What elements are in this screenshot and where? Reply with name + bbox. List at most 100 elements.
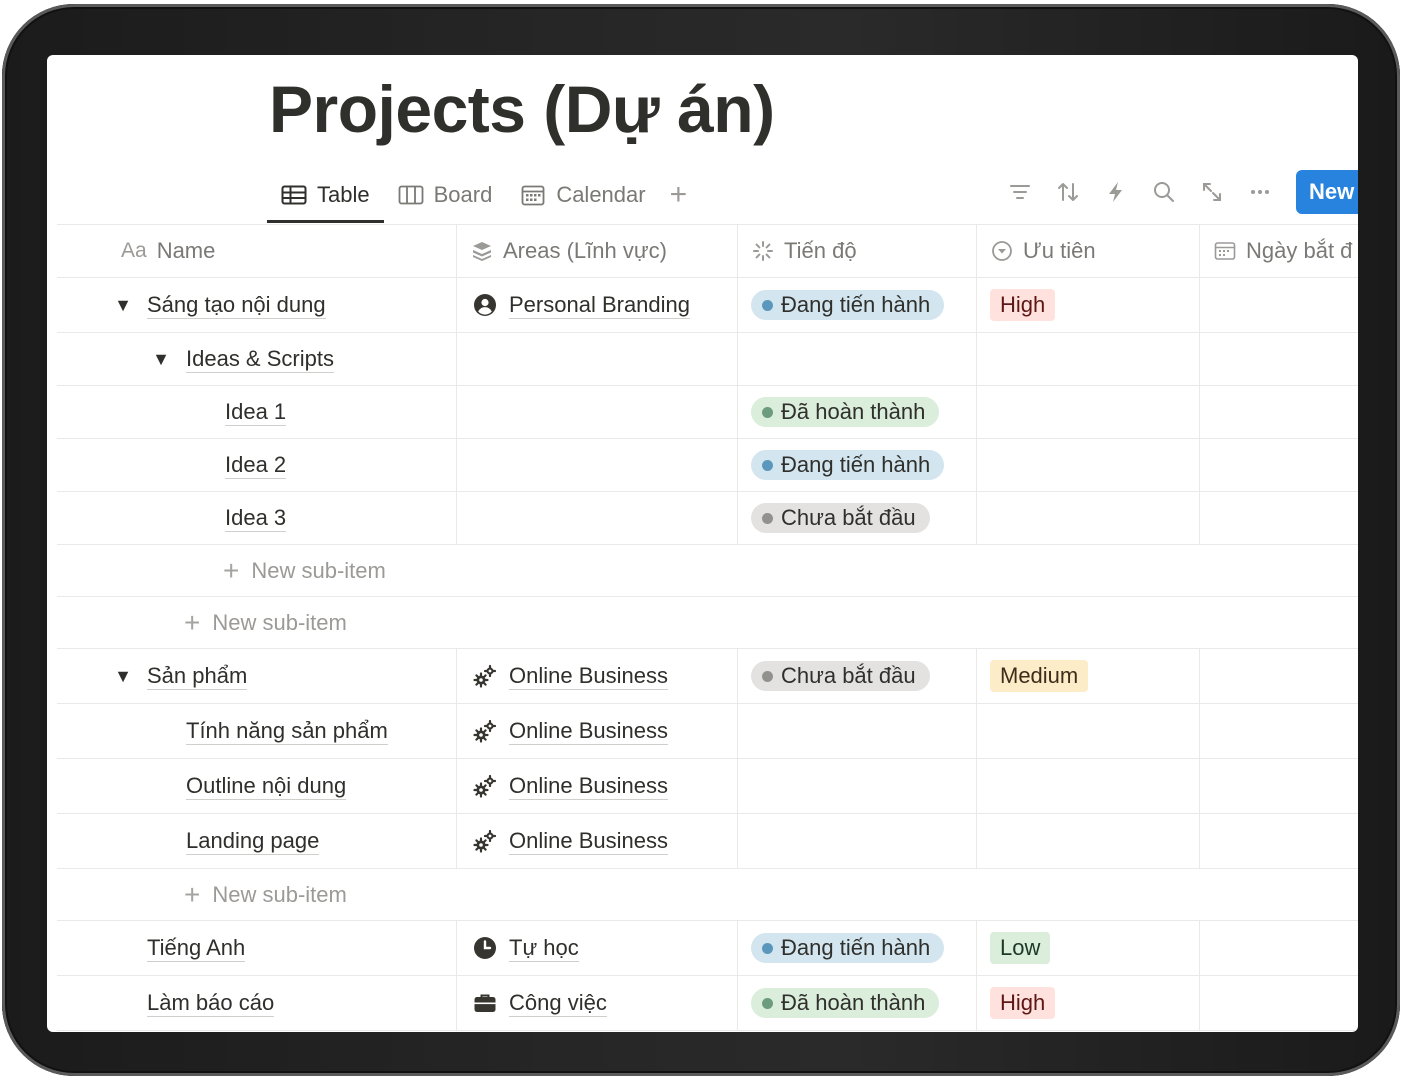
row-name[interactable]: Outline nội dung: [186, 773, 347, 800]
new-button[interactable]: New: [1296, 170, 1358, 214]
toggle-icon[interactable]: ▼: [113, 666, 133, 687]
col-header-progress[interactable]: Tiến độ: [738, 224, 977, 277]
col-header-areas[interactable]: Areas (Lĩnh vực): [457, 224, 738, 277]
area-relation[interactable]: Personal Branding: [457, 292, 691, 319]
area-cell[interactable]: Online Business: [457, 704, 738, 758]
area-cell[interactable]: Online Business: [457, 814, 738, 868]
row-name[interactable]: Idea 2: [225, 452, 287, 479]
start-date-cell[interactable]: [1200, 649, 1358, 703]
toggle-icon[interactable]: ▼: [151, 349, 171, 370]
area-cell[interactable]: [457, 492, 738, 544]
filter-button[interactable]: [1008, 180, 1032, 204]
row-name[interactable]: Sản phẩm: [147, 663, 248, 690]
start-date-cell[interactable]: [1200, 333, 1358, 385]
start-date-cell[interactable]: [1200, 492, 1358, 544]
area-cell[interactable]: [457, 333, 738, 385]
table-row[interactable]: Tiếng Anh Tự học Đang tiến hành Low: [57, 921, 1358, 976]
status-cell[interactable]: [738, 333, 977, 385]
priority-cell[interactable]: High: [977, 278, 1200, 332]
priority-cell[interactable]: High: [977, 976, 1200, 1030]
priority-cell[interactable]: [977, 814, 1200, 868]
start-date-cell[interactable]: [1200, 976, 1358, 1030]
area-relation[interactable]: Online Business: [457, 773, 668, 800]
area-relation[interactable]: Online Business: [457, 718, 668, 745]
priority-cell[interactable]: [977, 439, 1200, 491]
col-header-start-date[interactable]: Ngày bắt đ: [1200, 224, 1358, 277]
priority-cell[interactable]: [977, 386, 1200, 438]
table-row[interactable]: Outline nội dung Online Business: [57, 759, 1358, 814]
priority-cell[interactable]: [977, 492, 1200, 544]
priority-cell[interactable]: [977, 759, 1200, 813]
expand-button[interactable]: [1200, 180, 1224, 204]
name-cell: ▼ Sản phẩm: [57, 649, 457, 703]
toggle-icon[interactable]: ▼: [113, 295, 133, 316]
tab-calendar[interactable]: Calendar: [506, 167, 659, 223]
table-row[interactable]: Tính năng sản phẩm Online Business: [57, 704, 1358, 759]
priority-cell[interactable]: [977, 704, 1200, 758]
col-header-name[interactable]: Aa Name: [57, 224, 457, 277]
status-cell[interactable]: Đang tiến hành: [738, 439, 977, 491]
table-row[interactable]: Idea 3 Chưa bắt đầu: [57, 492, 1358, 545]
start-date-cell[interactable]: [1200, 704, 1358, 758]
start-date-cell[interactable]: [1200, 921, 1358, 975]
status-cell[interactable]: Đã hoàn thành: [738, 386, 977, 438]
tab-board[interactable]: Board: [384, 167, 507, 223]
table-header-row: Aa Name Areas (Lĩnh vực) Tiến độ Ưu tiên: [57, 224, 1358, 278]
table-row[interactable]: Làm báo cáo Công việc Đã hoàn thành High: [57, 976, 1358, 1031]
row-name[interactable]: Tiếng Anh: [147, 935, 246, 962]
start-date-cell[interactable]: [1200, 439, 1358, 491]
status-cell[interactable]: [738, 814, 977, 868]
row-name[interactable]: Idea 3: [225, 505, 287, 532]
area-cell[interactable]: Online Business: [457, 649, 738, 703]
table-row[interactable]: Landing page Online Business: [57, 814, 1358, 869]
sort-button[interactable]: [1056, 180, 1080, 204]
row-name[interactable]: Sáng tạo nội dung: [147, 292, 326, 319]
search-button[interactable]: [1152, 180, 1176, 204]
area-cell[interactable]: [457, 386, 738, 438]
table-row[interactable]: ▼ Ideas & Scripts: [57, 333, 1358, 386]
status-cell[interactable]: Chưa bắt đầu: [738, 492, 977, 544]
status-cell[interactable]: Đã hoàn thành: [738, 976, 977, 1030]
table-row[interactable]: ▼ Sản phẩm Online Business Chưa bắt đầu …: [57, 649, 1358, 704]
area-cell[interactable]: Personal Branding: [457, 278, 738, 332]
tab-table[interactable]: Table: [267, 167, 384, 223]
gears-icon: [473, 774, 497, 798]
start-date-cell[interactable]: [1200, 814, 1358, 868]
row-name[interactable]: Landing page: [186, 828, 320, 855]
status-cell[interactable]: [738, 759, 977, 813]
row-name[interactable]: Idea 1: [225, 399, 287, 426]
area-cell[interactable]: Online Business: [457, 759, 738, 813]
priority-cell[interactable]: [977, 333, 1200, 385]
status-cell[interactable]: Đang tiến hành: [738, 921, 977, 975]
table-row[interactable]: ▼ Sáng tạo nội dung Personal Branding Đa…: [57, 278, 1358, 333]
area-relation[interactable]: Tự học: [457, 935, 579, 962]
area-cell[interactable]: Công việc: [457, 976, 738, 1030]
new-sub-item-button[interactable]: + New sub-item: [184, 609, 347, 637]
start-date-cell[interactable]: [1200, 386, 1358, 438]
start-date-cell[interactable]: [1200, 759, 1358, 813]
new-sub-item-button[interactable]: + New sub-item: [184, 881, 347, 909]
status-cell[interactable]: Chưa bắt đầu: [738, 649, 977, 703]
table-row[interactable]: Idea 2 Đang tiến hành: [57, 439, 1358, 492]
table-row[interactable]: Idea 1 Đã hoàn thành: [57, 386, 1358, 439]
area-cell[interactable]: [457, 439, 738, 491]
status-cell[interactable]: Đang tiến hành: [738, 278, 977, 332]
name-cell: Outline nội dung: [57, 759, 457, 813]
start-date-cell[interactable]: [1200, 278, 1358, 332]
area-relation[interactable]: Công việc: [457, 990, 607, 1017]
row-name[interactable]: Tính năng sản phẩm: [186, 718, 388, 745]
row-name[interactable]: Ideas & Scripts: [186, 346, 334, 373]
area-cell[interactable]: Tự học: [457, 921, 738, 975]
status-cell[interactable]: [738, 704, 977, 758]
priority-cell[interactable]: Low: [977, 921, 1200, 975]
more-button[interactable]: [1248, 180, 1272, 204]
area-relation[interactable]: Online Business: [457, 828, 668, 855]
col-header-priority[interactable]: Ưu tiên: [977, 224, 1200, 277]
automation-button[interactable]: [1104, 180, 1128, 204]
row-name[interactable]: Làm báo cáo: [147, 990, 275, 1017]
database-toolbar: New: [1008, 169, 1358, 215]
priority-cell[interactable]: Medium: [977, 649, 1200, 703]
new-sub-item-button[interactable]: + New sub-item: [223, 557, 386, 585]
add-view-button[interactable]: +: [660, 167, 698, 223]
area-relation[interactable]: Online Business: [457, 663, 668, 690]
